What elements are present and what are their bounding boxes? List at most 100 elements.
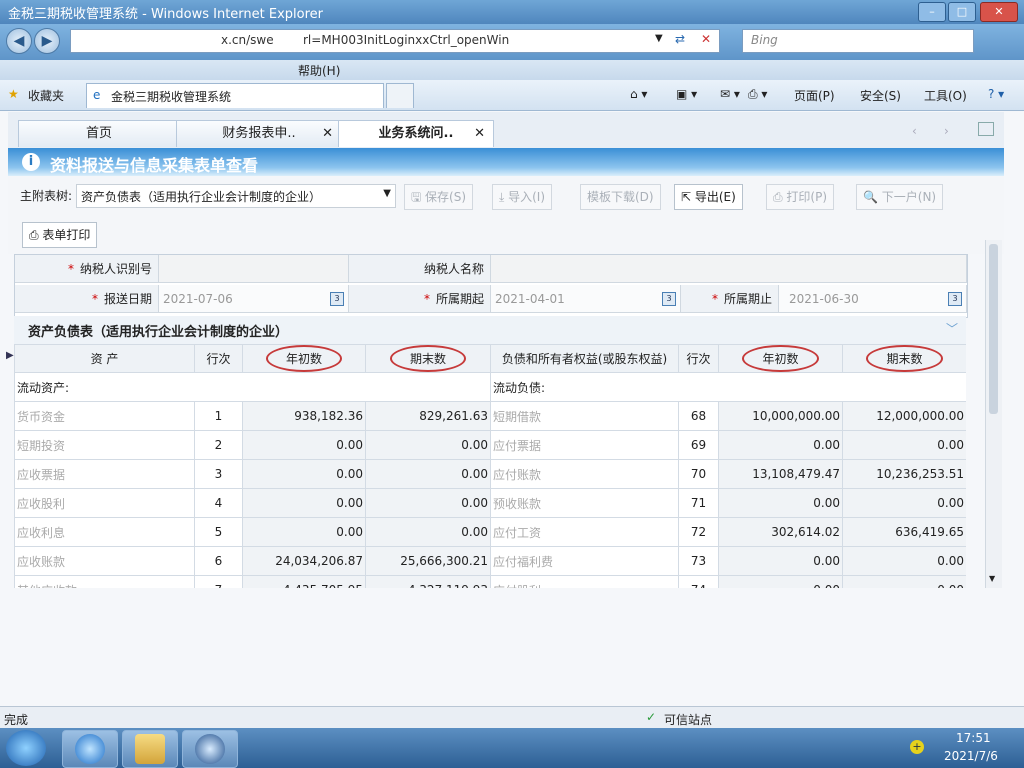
taskbar-app[interactable] [182, 730, 238, 768]
calendar-icon[interactable]: 3 [330, 292, 344, 306]
close-icon[interactable]: ✕ [474, 121, 485, 147]
begin-amount-2[interactable]: 0.00 [718, 430, 843, 460]
collapse-icon[interactable]: ﹀ [946, 320, 958, 337]
row-number-2: 70 [678, 459, 719, 489]
window-title-bar: 金税三期税收管理系统 - Windows Internet Explorer –… [0, 0, 1024, 24]
scrollbar-thumb[interactable] [989, 244, 998, 414]
begin-amount-2[interactable]: 0.00 [718, 546, 843, 576]
begin-amount[interactable]: 938,182.36 [242, 401, 366, 431]
taxpayer-id-field[interactable] [159, 255, 349, 283]
printer-icon[interactable]: ⎙ ▾ [748, 87, 767, 102]
end-amount[interactable]: 4,327,119.93 [365, 575, 491, 588]
minimize-icon[interactable]: – [918, 2, 946, 22]
search-box[interactable]: Bing [742, 29, 974, 53]
address-dropdown-icon[interactable]: ▼ [655, 33, 663, 44]
feeds-icon[interactable]: ▣ ▾ [676, 87, 697, 101]
calendar-icon[interactable]: 3 [948, 292, 962, 306]
end-amount-2[interactable]: 0.00 [842, 575, 966, 588]
row-number-2: 74 [678, 575, 719, 588]
begin-amount[interactable]: 0.00 [242, 430, 366, 460]
asset-name: 其他应收款 [14, 575, 195, 588]
forward-icon[interactable]: ▶ [34, 28, 60, 54]
tab-business-system[interactable]: 业务系统问.. ✕ [338, 120, 494, 147]
end-amount[interactable]: 0.00 [365, 488, 491, 518]
form-print-button[interactable]: ⎙ 表单打印 [22, 222, 98, 248]
import-button[interactable]: ⤓ 导入(I) [492, 184, 553, 210]
favorites-star-icon[interactable]: ★ [8, 87, 19, 101]
mail-icon[interactable]: ✉ ▾ [720, 87, 740, 101]
next-button[interactable]: 🔍 下一户(N) [856, 184, 944, 210]
scroll-down-icon[interactable]: ▼ [989, 574, 995, 583]
asset-name: 短期投资 [14, 430, 195, 460]
begin-amount[interactable]: 24,034,206.87 [242, 546, 366, 576]
safety-menu[interactable]: 安全(S) [860, 87, 901, 104]
begin-amount-2[interactable]: 0.00 [718, 575, 843, 588]
home-icon[interactable]: ⌂ ▾ [630, 87, 647, 101]
chevron-down-icon[interactable]: ▼ [383, 188, 391, 199]
end-amount-2[interactable]: 0.00 [842, 488, 966, 518]
vertical-scrollbar[interactable]: ▼ [985, 240, 1002, 588]
tab-business-system-label: 业务系统问.. [378, 126, 454, 141]
print-button[interactable]: ⎙ 打印(P) [766, 184, 835, 210]
tools-menu[interactable]: 工具(O) [924, 87, 967, 104]
close-icon[interactable]: ✕ [322, 121, 333, 147]
section-title: 资料报送与信息采集表单查看 [50, 156, 259, 175]
taxpayer-name-field[interactable] [491, 255, 967, 283]
begin-amount[interactable]: 4,435,705.95 [242, 575, 366, 588]
help-icon[interactable]: ? ▾ [988, 87, 1004, 101]
menu-help[interactable]: 帮助(H) [298, 62, 340, 79]
notification-icon[interactable]: + [910, 740, 924, 754]
taskbar-ie[interactable] [62, 730, 118, 768]
end-amount-2[interactable]: 636,419.65 [842, 517, 966, 547]
stop-icon[interactable]: ✕ [701, 32, 711, 46]
tab-prev-icon[interactable]: ‹ [912, 124, 917, 138]
template-label: 模板下载(D) [587, 190, 654, 204]
refresh-icon[interactable]: ⇄ [675, 32, 685, 46]
start-icon[interactable] [6, 730, 46, 766]
tab-home[interactable]: 首页 [18, 120, 180, 147]
report-date-field[interactable]: 2021-07-06 3 [159, 285, 349, 313]
new-tab-button[interactable] [386, 83, 414, 108]
end-amount[interactable]: 0.00 [365, 517, 491, 547]
header-end2-oval: 期末数 [866, 345, 943, 372]
export-button[interactable]: ⇱ 导出(E) [674, 184, 743, 210]
end-amount-2[interactable]: 0.00 [842, 546, 966, 576]
tab-financial-report[interactable]: 财务报表申.. ✕ [176, 120, 342, 147]
header-row2: 行次 [678, 344, 719, 373]
begin-amount[interactable]: 0.00 [242, 459, 366, 489]
favorites-label[interactable]: 收藏夹 [28, 87, 64, 104]
table-row: 短期投资 2 0.00 0.00 应付票据 69 0.00 0.00 [14, 430, 966, 460]
end-amount-2[interactable]: 10,236,253.51 [842, 459, 966, 489]
calendar-icon[interactable]: 3 [662, 292, 676, 306]
begin-amount[interactable]: 0.00 [242, 517, 366, 547]
begin-amount[interactable]: 0.00 [242, 488, 366, 518]
begin-amount-2[interactable]: 0.00 [718, 488, 843, 518]
header-begin2-oval: 年初数 [742, 345, 819, 372]
page-menu[interactable]: 页面(P) [794, 87, 835, 104]
table-select[interactable]: 资产负债表（适用执行企业会计制度的企业） ▼ [76, 184, 396, 208]
close-icon[interactable]: ✕ [980, 2, 1018, 22]
asset-name: 应收利息 [14, 517, 195, 547]
end-amount[interactable]: 0.00 [365, 430, 491, 460]
begin-amount-2[interactable]: 302,614.02 [718, 517, 843, 547]
end-amount-2[interactable]: 12,000,000.00 [842, 401, 966, 431]
taskbar-explorer[interactable] [122, 730, 178, 768]
end-amount[interactable]: 25,666,300.21 [365, 546, 491, 576]
window-restore-icon[interactable] [978, 122, 994, 136]
end-amount-2[interactable]: 0.00 [842, 430, 966, 460]
begin-amount-2[interactable]: 10,000,000.00 [718, 401, 843, 431]
export-label: 导出(E) [694, 190, 736, 204]
begin-amount-2[interactable]: 13,108,479.47 [718, 459, 843, 489]
back-icon[interactable]: ◀ [6, 28, 32, 54]
period-start-field[interactable]: 2021-04-01 3 [491, 285, 681, 313]
template-download-button[interactable]: 模板下载(D) [580, 184, 661, 210]
end-amount[interactable]: 0.00 [365, 459, 491, 489]
period-end-field[interactable]: 2021-06-30 3 [779, 285, 967, 313]
taxpayer-form: * 纳税人识别号 纳税人名称 * 报送日期 2021-07-06 3 * 所属期起 20… [14, 254, 968, 318]
address-bar[interactable]: x.cn/swe rl=MH003InitLoginxxCtrl_openWin… [70, 29, 720, 53]
end-amount[interactable]: 829,261.63 [365, 401, 491, 431]
save-button[interactable]: 🖫 保存(S) [404, 184, 474, 210]
browser-tab[interactable]: e 金税三期税收管理系统 [86, 83, 384, 108]
tab-next-icon[interactable]: › [944, 124, 949, 138]
maximize-icon[interactable]: □ [948, 2, 976, 22]
